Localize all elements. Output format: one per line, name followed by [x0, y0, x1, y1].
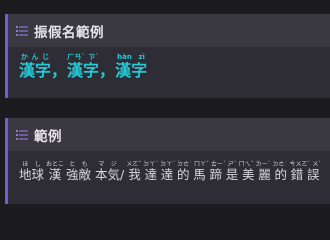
ruby-word: 漢おとこ: [46, 161, 64, 182]
list-icon: [16, 25, 28, 37]
ruby-base: 我達達的馬蹄是美麗的錯誤: [126, 167, 322, 182]
furigana-example-line: 漢字かんじ，漢字ㄏㄢˋ ㄗˋ，漢字hàn zì: [19, 53, 147, 80]
ruby-annotation: ㄏㄢˋ ㄗˋ: [67, 53, 100, 61]
ruby-word: 漢字かんじ: [19, 53, 52, 80]
ruby-word: 我達達的馬蹄是美麗的錯誤ㄨㄛˇ ㄉㄚˊ ㄉㄚˊ ㄉㄜ˙ ㄇㄚˇ ㄊㄧˊ ㄕˋ ㄇ…: [126, 161, 322, 182]
callout-header[interactable]: 範例: [8, 118, 330, 151]
callout-header[interactable]: 振假名範例: [8, 14, 330, 47]
separator: ，: [99, 61, 116, 80]
ruby-base: 本気: [95, 167, 121, 182]
callout-block-example: 範例 地球ほし 漢おとこ 強敵とも 本気マジ/ 我達達的馬蹄是美麗的錯誤ㄨㄛˇ …: [5, 118, 330, 204]
ruby-word: 本気マジ: [95, 161, 121, 182]
ruby-base: 漢字: [19, 61, 52, 80]
ruby-example-line: 地球ほし 漢おとこ 強敵とも 本気マジ/ 我達達的馬蹄是美麗的錯誤ㄨㄛˇ ㄉㄚˊ…: [19, 161, 321, 183]
ruby-annotation: マジ: [95, 161, 121, 168]
callout-title: 範例: [34, 128, 62, 145]
ruby-annotation: かんじ: [19, 53, 51, 61]
ruby-base: 漢字: [67, 61, 100, 80]
ruby-base: 漢字: [115, 61, 148, 80]
ruby-word: 強敵とも: [66, 161, 92, 182]
ruby-base: 強敵: [66, 167, 92, 182]
separator: ，: [51, 61, 68, 80]
ruby-annotation: おとこ: [46, 161, 65, 168]
ruby-annotation: とも: [66, 161, 92, 168]
ruby-annotation: hàn zì: [115, 53, 148, 61]
callout-block-furigana: 振假名範例 漢字かんじ，漢字ㄏㄢˋ ㄗˋ，漢字hàn zì: [5, 14, 330, 98]
ruby-annotation: ほし: [19, 161, 45, 168]
callout-title: 振假名範例: [34, 24, 104, 41]
list-icon: [16, 129, 28, 141]
ruby-base: 地球: [19, 167, 45, 182]
ruby-word: 漢字ㄏㄢˋ ㄗˋ: [67, 53, 100, 80]
ruby-word: 漢字hàn zì: [115, 53, 148, 80]
ruby-annotation: ㄨㄛˇ ㄉㄚˊ ㄉㄚˊ ㄉㄜ˙ ㄇㄚˇ ㄊㄧˊ ㄕˋ ㄇㄟˇ ㄌㄧˋ ㄉㄜ˙ ㄘ…: [126, 161, 322, 168]
ruby-word: 地球ほし: [19, 161, 45, 182]
